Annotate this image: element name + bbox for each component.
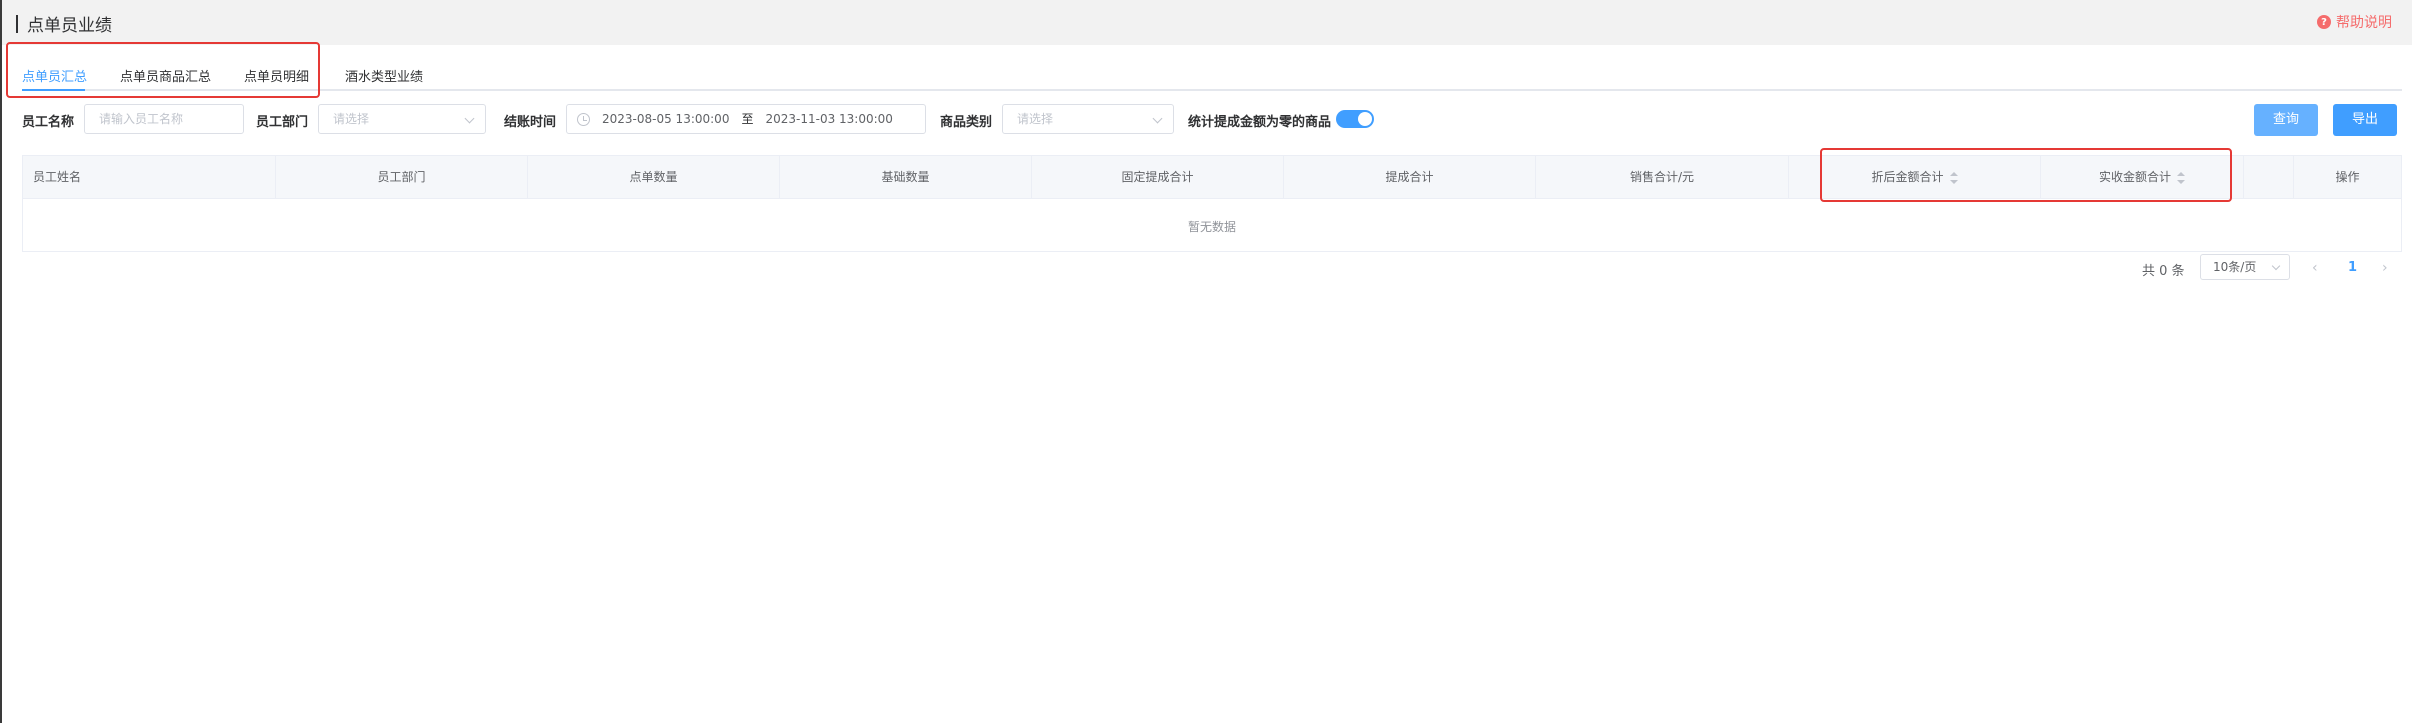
zero-commission-label: 统计提成金额为零的商品	[1188, 115, 1332, 130]
date-separator: 至	[741, 112, 754, 126]
tab-drink-type-performance[interactable]: 酒水类型业绩	[345, 66, 423, 85]
chevron-down-icon	[2271, 261, 2281, 271]
zero-commission-toggle[interactable]	[1336, 110, 1374, 128]
annotation-box-tabs	[6, 42, 320, 98]
col-sales-total: 销售合计/元	[1536, 156, 1789, 199]
empty-state: 暂无数据	[1187, 220, 1236, 234]
page-number[interactable]: 1	[2348, 260, 2357, 275]
chevron-down-icon	[1152, 113, 1163, 124]
help-link[interactable]: ? 帮助说明	[2317, 12, 2392, 32]
query-button[interactable]: 查询	[2254, 104, 2318, 136]
page-size-value: 10条/页	[2213, 260, 2257, 274]
employee-name-label: 员工名称	[22, 115, 75, 130]
toggle-knob	[1358, 112, 1372, 126]
date-start[interactable]: 2023-08-05 13:00:00	[602, 105, 729, 133]
export-button[interactable]: 导出	[2333, 104, 2397, 136]
chevron-down-icon	[464, 113, 475, 124]
page-size-select[interactable]: 10条/页	[2200, 254, 2290, 280]
tab-bar: 点单员汇总 点单员商品汇总 点单员明细 酒水类型业绩	[22, 58, 2402, 91]
col-base-count: 基础数量	[780, 156, 1032, 199]
col-department: 员工部门	[276, 156, 528, 199]
department-placeholder: 请选择	[333, 112, 370, 126]
table-body: 暂无数据	[23, 199, 2401, 251]
help-label: 帮助说明	[2336, 15, 2392, 31]
prev-page-icon[interactable]: ‹	[2312, 260, 2318, 276]
next-page-icon[interactable]: ›	[2382, 260, 2388, 276]
title-bar	[16, 14, 18, 33]
pagination-total: 共 0 条	[2142, 264, 2185, 279]
settle-time-label: 结账时间	[504, 115, 557, 130]
settle-time-range[interactable]: 2023-08-05 13:00:00 至 2023-11-03 13:00:0…	[566, 104, 926, 134]
annotation-box-amount-columns	[1820, 148, 2232, 202]
clock-icon	[577, 112, 590, 126]
employee-name-input[interactable]: 请输入员工名称	[84, 104, 244, 134]
department-select[interactable]: 请选择	[318, 104, 486, 134]
col-actions: 操作	[2335, 170, 2360, 184]
col-employee-name: 员工姓名	[23, 156, 276, 199]
page-title-text: 点单员业绩	[27, 16, 112, 36]
date-end[interactable]: 2023-11-03 13:00:00	[765, 105, 892, 133]
page-header: 点单员业绩 ? 帮助说明	[2, 0, 2412, 45]
department-label: 员工部门	[256, 115, 309, 130]
employee-name-placeholder: 请输入员工名称	[99, 112, 184, 126]
col-spacer	[2244, 156, 2294, 199]
category-placeholder: 请选择	[1017, 112, 1054, 126]
category-select[interactable]: 请选择	[1002, 104, 1174, 134]
page-title: 点单员业绩	[16, 11, 112, 36]
col-order-count: 点单数量	[528, 156, 780, 199]
question-icon: ?	[2317, 15, 2331, 29]
col-commission-total: 提成合计	[1284, 156, 1536, 199]
col-fixed-commission-total: 固定提成合计	[1032, 156, 1284, 199]
category-label: 商品类别	[940, 115, 993, 130]
